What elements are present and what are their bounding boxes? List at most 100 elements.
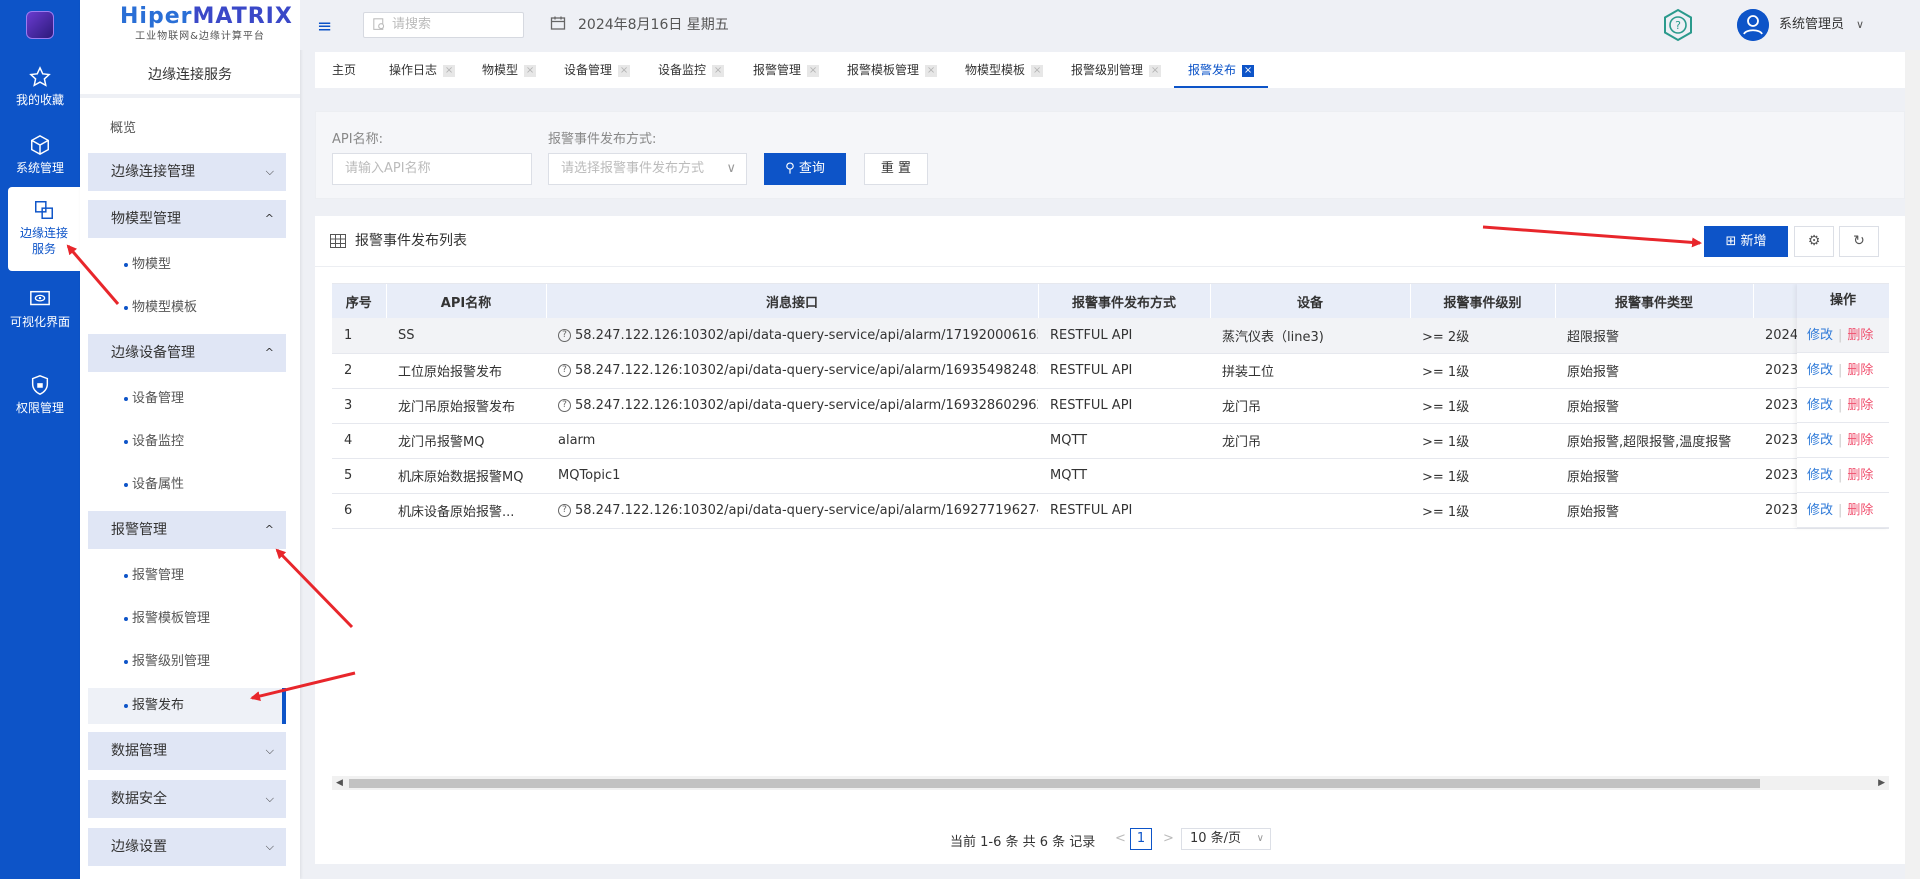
close-icon[interactable]: × xyxy=(712,64,725,77)
cell-text: 原始报警 xyxy=(1567,470,1620,485)
query-button[interactable]: ⚲ 查询 xyxy=(764,153,846,185)
api-name-label: API名称: xyxy=(332,132,383,147)
edit-link[interactable]: 修改 xyxy=(1807,433,1833,448)
help-circle-icon[interactable]: ? xyxy=(558,504,571,517)
tab-alarm-manage[interactable]: 报警管理 × xyxy=(753,52,820,88)
sidebar-group-model[interactable]: 物模型管理 ^ xyxy=(88,200,286,238)
column-settings-button[interactable]: ⚙ xyxy=(1794,226,1834,257)
sidebar-item-device-attr[interactable]: 设备属性 xyxy=(88,467,286,503)
sidebar-item-model[interactable]: 物模型 xyxy=(88,247,286,283)
next-page-icon[interactable]: > xyxy=(1163,831,1174,846)
menu-toggle-icon[interactable]: ≡ xyxy=(317,16,332,37)
tab-model-template[interactable]: 物模型模板 × xyxy=(965,52,1044,88)
user-menu[interactable]: 系统管理员 ∨ xyxy=(1737,9,1864,41)
sidebar-group-alarm[interactable]: 报警管理 ^ xyxy=(88,511,286,549)
close-icon[interactable]: × xyxy=(1149,64,1162,77)
horizontal-scrollbar[interactable]: ◀ ▶ xyxy=(332,776,1889,790)
column-header: 设备 xyxy=(1210,284,1411,318)
help-hexagon-icon[interactable]: ? xyxy=(1660,7,1696,43)
rail-item-edge-service[interactable]: 边缘连接服务 xyxy=(8,187,80,271)
page-size-select[interactable]: 10 条/页 ∨ xyxy=(1181,828,1271,850)
sidebar-group-security[interactable]: 数据安全 ⌵ xyxy=(88,780,286,818)
scroll-left-icon[interactable]: ◀ xyxy=(336,776,343,790)
cell-no: 1 xyxy=(332,318,386,354)
close-icon[interactable]: × xyxy=(443,64,456,77)
cell-level: >= 2级 xyxy=(1410,318,1555,354)
cell-text: >= 1级 xyxy=(1422,365,1470,380)
sidebar-item-alarm-manage[interactable]: 报警管理 xyxy=(88,558,286,594)
sidebar-item-alarm-level[interactable]: 报警级别管理 xyxy=(88,644,286,680)
sidebar-item-alarm-template[interactable]: 报警模板管理 xyxy=(88,601,286,637)
close-icon[interactable]: × xyxy=(524,64,537,77)
table-row[interactable]: 3 龙门吊原始报警发布? 58.247.122.126:10302/api/data… xyxy=(332,388,1889,424)
sidebar-group-settings[interactable]: 边缘设置 ⌵ xyxy=(88,828,286,866)
add-button[interactable]: ⊞ 新增 xyxy=(1704,226,1788,257)
cell-text: 3 xyxy=(344,398,353,413)
edit-link[interactable]: 修改 xyxy=(1807,328,1833,343)
cell-no: 3 xyxy=(332,388,386,424)
help-circle-icon[interactable]: ? xyxy=(558,399,571,412)
edit-link[interactable]: 修改 xyxy=(1807,468,1833,483)
close-icon[interactable]: × xyxy=(618,64,631,77)
tab-alarm-level[interactable]: 报警级别管理 × xyxy=(1071,52,1162,88)
alarm-publish-table: 序号 API名称 消息接口 报警事件发布方式 设备 报警事件级别 报警事件类型 … xyxy=(332,283,1889,704)
api-name-input[interactable]: 请输入API名称 xyxy=(332,153,532,185)
search-input[interactable]: 请搜索 xyxy=(363,12,524,38)
delete-link[interactable]: 删除 xyxy=(1847,398,1873,413)
table-row[interactable]: 4 龙门吊报警MQ alarm MQTT 龙门吊 >= 1级 原始报警,超限报警,温度报警 2… xyxy=(332,423,1889,459)
sidebar-group-edge-connect[interactable]: 边缘连接管理 ⌵ xyxy=(88,153,286,191)
cell-text: 2023 xyxy=(1765,398,1799,413)
close-icon[interactable]: × xyxy=(1242,64,1255,77)
help-circle-icon[interactable]: ? xyxy=(558,364,571,377)
sidebar-item-model-template[interactable]: 物模型模板 xyxy=(88,290,286,326)
app-logo-icon[interactable] xyxy=(26,11,54,39)
delete-link[interactable]: 删除 xyxy=(1847,468,1873,483)
rail-label: 系统管理 xyxy=(15,161,64,175)
delete-link[interactable]: 删除 xyxy=(1847,328,1873,343)
tab-alarm-publish[interactable]: 报警发布 × xyxy=(1174,52,1269,88)
close-icon[interactable]: × xyxy=(925,64,938,77)
publish-mode-select[interactable]: 请选择报警事件发布方式 ∨ xyxy=(548,153,747,185)
list-title: 报警事件发布列表 xyxy=(330,232,467,250)
prev-page-icon[interactable]: < xyxy=(1115,831,1126,846)
close-icon[interactable]: × xyxy=(807,64,820,77)
table-row[interactable]: 5 机床原始数据报警MQ MQTopic1 MQTT >= 1级 原始报警 2023 xyxy=(332,458,1889,494)
tab-model[interactable]: 物模型 × xyxy=(482,52,537,88)
rail-item-favorites[interactable]: 我的收藏 xyxy=(0,66,80,108)
edit-link[interactable]: 修改 xyxy=(1807,363,1833,378)
sidebar-item-overview[interactable]: 概览 xyxy=(110,117,136,136)
rail-item-visualization[interactable]: 可视化界面 xyxy=(0,288,80,330)
table-row[interactable]: 2 工位原始报警发布? 58.247.122.126:10302/api/data-… xyxy=(332,353,1889,389)
delete-link[interactable]: 删除 xyxy=(1847,363,1873,378)
delete-link[interactable]: 删除 xyxy=(1847,503,1873,518)
tab-home[interactable]: 主页 xyxy=(332,52,356,88)
reset-button[interactable]: 重 置 xyxy=(864,153,928,185)
edit-link[interactable]: 修改 xyxy=(1807,503,1833,518)
tab-device-manage[interactable]: 设备管理 × xyxy=(564,52,631,88)
rail-item-permissions[interactable]: 权限管理 xyxy=(0,374,80,416)
tab-alarm-template[interactable]: 报警模板管理 × xyxy=(847,52,938,88)
cell-text: 6 xyxy=(344,503,353,518)
sidebar-item-alarm-publish[interactable]: 报警发布 xyxy=(88,688,286,724)
rail-item-system[interactable]: 系统管理 xyxy=(0,134,80,176)
search-icon xyxy=(373,18,385,30)
scroll-right-icon[interactable]: ▶ xyxy=(1878,776,1885,790)
close-icon[interactable]: × xyxy=(1031,64,1044,77)
delete-link[interactable]: 删除 xyxy=(1847,433,1873,448)
tab-device-monitor[interactable]: 设备监控 × xyxy=(658,52,725,88)
refresh-button[interactable]: ↻ xyxy=(1839,226,1879,257)
table-row[interactable]: 6 机床设备原始报警...? 58.247.122.126:10302/api/da… xyxy=(332,493,1889,529)
sidebar-group-device[interactable]: 边缘设备管理 ^ xyxy=(88,334,286,372)
tab-operation-log[interactable]: 操作日志 × xyxy=(389,52,456,88)
help-circle-icon[interactable]: ? xyxy=(558,328,571,342)
vertical-scrollbar[interactable] xyxy=(1905,50,1920,879)
cell-mode: RESTFUL API xyxy=(1038,318,1210,354)
brand-subtitle: 工业物联网&边缘计算平台 xyxy=(135,31,265,42)
scroll-thumb[interactable] xyxy=(349,779,1760,788)
table-row[interactable]: 1 SS? 58.247.122.126:10302/api/data-query-… xyxy=(332,318,1889,354)
sidebar-group-data[interactable]: 数据管理 ⌵ xyxy=(88,732,286,770)
edit-link[interactable]: 修改 xyxy=(1807,398,1833,413)
sidebar-item-device-manage[interactable]: 设备管理 xyxy=(88,381,286,417)
page-number[interactable]: 1 xyxy=(1130,828,1152,850)
sidebar-item-device-monitor[interactable]: 设备监控 xyxy=(88,424,286,460)
